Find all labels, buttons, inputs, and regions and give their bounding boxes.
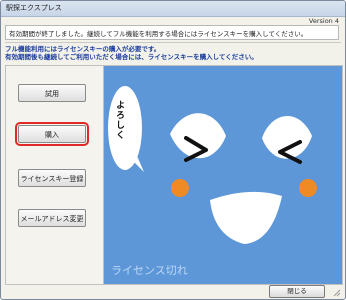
notice-box: 有効期間が終了しました。継続してフル機能を利用する場合にはライセンスキーを購入し… <box>5 25 339 40</box>
license-expired-caption: ライセンス切れ <box>111 264 188 277</box>
notice-text: 有効期間が終了しました。継続してフル機能を利用する場合にはライセンスキーを購入し… <box>9 30 308 38</box>
close-button[interactable]: 閉じる <box>269 285 325 298</box>
license-dialog: 駅探エクスプレス Version 4 有効期間が終了しました。継続してフル機能を… <box>0 0 346 300</box>
divider <box>5 42 341 43</box>
mascot-face-icon <box>108 86 317 244</box>
version-label: Version 4 <box>308 17 339 25</box>
email-change-button[interactable]: メールアドレス変更 <box>18 209 86 227</box>
version-bar: Version 4 <box>5 17 341 25</box>
info-line-2: 有効期間後も継続してご利用いただく場合には、ライセンスキーを購入してください。 <box>5 53 258 61</box>
bubble-text: よろしく <box>114 100 124 140</box>
mascot-illustration: よろしく ライセンス切れ <box>103 65 343 285</box>
purchase-button[interactable]: 購入 <box>15 122 89 146</box>
info-message: フル機能利用にはライセンスキーの購入が必要です。 有効期間後も継続してご利用いた… <box>5 45 341 61</box>
info-line-1: フル機能利用にはライセンスキーの購入が必要です。 <box>5 45 161 53</box>
button-panel: 試用 購入 ライセンスキー登録 メールアドレス変更 <box>5 65 104 285</box>
trial-button[interactable]: 試用 <box>18 84 86 102</box>
resize-grip-icon[interactable] <box>333 289 341 297</box>
window-title: 駅探エクスプレス <box>6 4 62 12</box>
title-bar: 駅探エクスプレス <box>1 1 345 17</box>
license-register-button[interactable]: ライセンスキー登録 <box>18 169 86 187</box>
